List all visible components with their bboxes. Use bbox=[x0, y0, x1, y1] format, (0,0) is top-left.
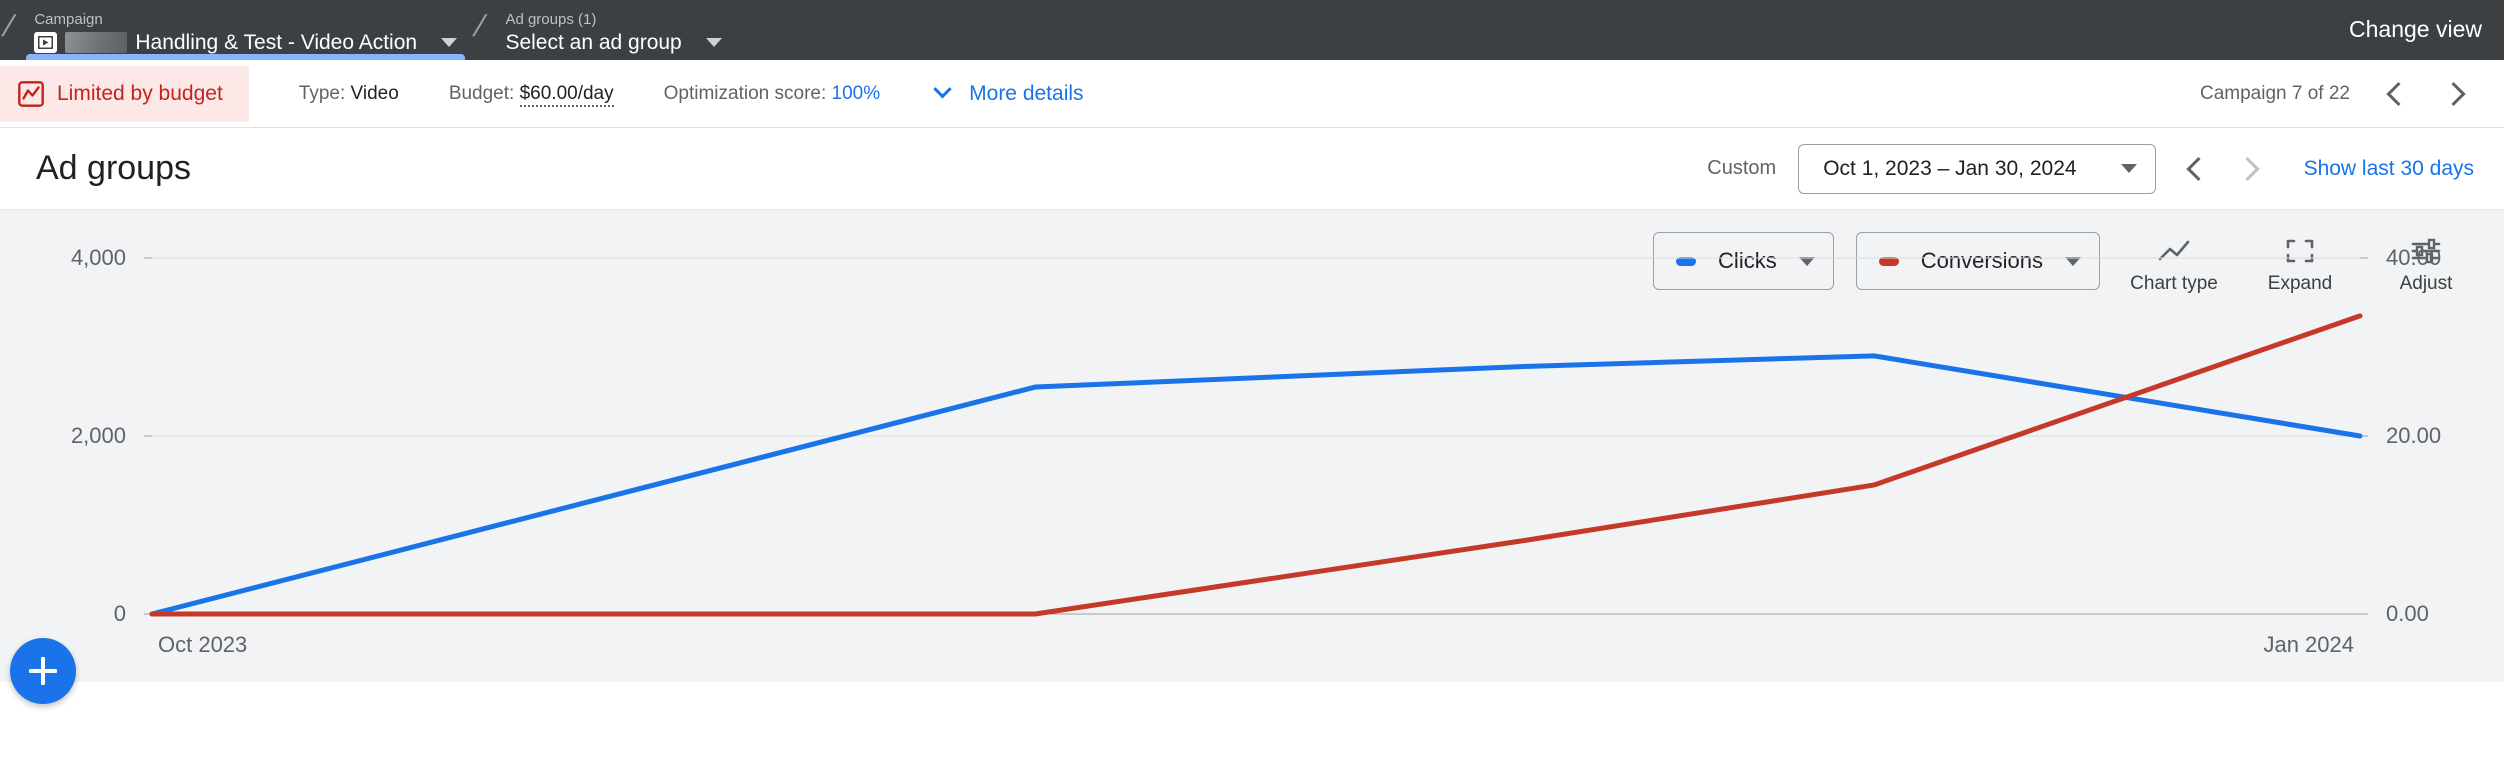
optimization-score-info: Optimization score: 100% bbox=[664, 83, 881, 105]
y2-axis-tick-label: 20.00 bbox=[2386, 423, 2441, 448]
previous-date-range-button[interactable] bbox=[2178, 152, 2212, 186]
page-header: Ad groups Custom Oct 1, 2023 – Jan 30, 2… bbox=[0, 128, 2504, 210]
breadcrumb-campaign[interactable]: Campaign Handling & Test - Video Action bbox=[20, 0, 471, 60]
top-navigation-bar: / Campaign Handling & Test - Video Actio… bbox=[0, 0, 2504, 60]
budget-value[interactable]: $60.00/day bbox=[520, 83, 614, 107]
campaign-pagination: Campaign 7 of 22 bbox=[2200, 77, 2504, 111]
previous-campaign-button[interactable] bbox=[2378, 77, 2412, 111]
redacted-account-name bbox=[65, 32, 127, 53]
budget-limited-chart-icon bbox=[18, 81, 44, 107]
date-range-value: Oct 1, 2023 – Jan 30, 2024 bbox=[1823, 157, 2076, 181]
campaign-type-info: Type: Video bbox=[299, 83, 399, 105]
campaign-breadcrumb-value: Handling & Test - Video Action bbox=[34, 30, 417, 56]
series-line-conversions bbox=[152, 316, 2360, 614]
optimization-score-value[interactable]: 100% bbox=[832, 83, 881, 104]
ad-groups-breadcrumb-value: Select an ad group bbox=[505, 30, 681, 56]
x-axis-tick-label: Oct 2023 bbox=[158, 632, 247, 657]
y-axis-tick-label: 4,000 bbox=[71, 245, 126, 270]
ad-groups-breadcrumb-label: Ad groups (1) bbox=[505, 11, 721, 29]
campaign-status-bar: Limited by budget Type: Video Budget: $6… bbox=[0, 60, 2504, 128]
more-details-label: More details bbox=[969, 82, 1083, 106]
y-axis-tick-label: 0 bbox=[114, 601, 126, 626]
date-range-selector[interactable]: Oct 1, 2023 – Jan 30, 2024 bbox=[1798, 144, 2155, 194]
breadcrumb-ad-groups[interactable]: Ad groups (1) Select an ad group bbox=[491, 0, 735, 60]
chevron-down-icon bbox=[933, 80, 951, 98]
optimization-score-label: Optimization score: bbox=[664, 83, 827, 104]
date-range-controls: Custom Oct 1, 2023 – Jan 30, 2024 Show l… bbox=[1707, 144, 2474, 194]
next-campaign-button[interactable] bbox=[2440, 77, 2474, 111]
limited-by-budget-badge[interactable]: Limited by budget bbox=[0, 66, 249, 122]
create-new-button[interactable] bbox=[10, 638, 76, 704]
more-details-toggle[interactable]: More details bbox=[936, 82, 1083, 106]
ad-groups-dropdown-caret-icon[interactable] bbox=[706, 38, 722, 47]
campaign-budget-info: Budget: $60.00/day bbox=[449, 83, 614, 105]
date-preset-label: Custom bbox=[1707, 157, 1776, 180]
page-title: Ad groups bbox=[36, 149, 191, 188]
y-axis-tick-label: 2,000 bbox=[71, 423, 126, 448]
video-campaign-icon bbox=[34, 32, 57, 53]
limited-by-budget-label: Limited by budget bbox=[57, 82, 223, 106]
campaign-dropdown-caret-icon[interactable] bbox=[441, 38, 457, 47]
chart-plot-area: 0 2,000 4,000 0.00 20.00 40.00 Oct 2023 Jan 202… bbox=[0, 210, 2504, 682]
campaign-name-text: Handling & Test - Video Action bbox=[135, 30, 417, 56]
change-view-button[interactable]: Change view bbox=[2349, 0, 2504, 43]
next-date-range-button[interactable] bbox=[2234, 152, 2268, 186]
budget-label: Budget: bbox=[449, 83, 515, 104]
performance-chart-panel: Clicks Conversions Chart type bbox=[0, 210, 2504, 682]
show-last-30-days-link[interactable]: Show last 30 days bbox=[2304, 157, 2474, 181]
chevron-down-icon bbox=[2121, 164, 2137, 173]
series-line-clicks bbox=[152, 356, 2360, 614]
type-value: Video bbox=[351, 83, 399, 104]
y2-axis-tick-label: 0.00 bbox=[2386, 601, 2429, 626]
y2-axis-tick-label: 40.00 bbox=[2386, 245, 2441, 270]
campaign-position-label: Campaign 7 of 22 bbox=[2200, 83, 2350, 105]
type-label: Type: bbox=[299, 83, 345, 104]
campaign-breadcrumb-label: Campaign bbox=[34, 11, 457, 29]
line-chart-svg: 0 2,000 4,000 0.00 20.00 40.00 Oct 2023 Jan 202… bbox=[0, 210, 2504, 682]
x-axis-tick-label: Jan 2024 bbox=[2263, 632, 2354, 657]
